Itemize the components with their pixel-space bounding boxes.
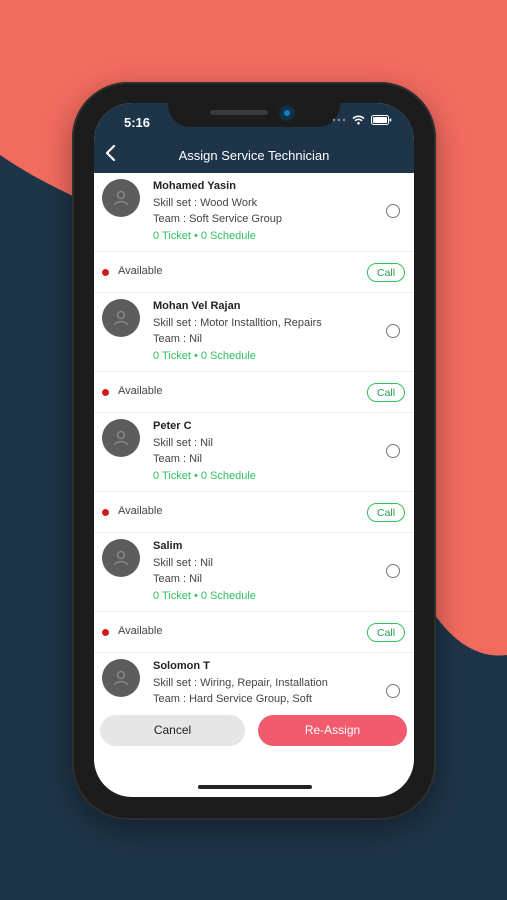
wifi-icon [352, 115, 365, 125]
user-icon [113, 310, 129, 326]
schedule-count: 0 Schedule [200, 470, 256, 482]
technician-card[interactable]: Mohan Vel Rajan Skill set : Motor Instal… [94, 293, 414, 413]
skill-set: Skill set : Nil [153, 437, 213, 449]
skill-set: Skill set : Wiring, Repair, Installation [153, 677, 328, 689]
ticket-schedule-counts: 0 Ticket • 0 Schedule [153, 230, 256, 242]
status-icons [332, 115, 392, 125]
technician-name: Solomon T [153, 660, 210, 672]
dots-icon [332, 118, 346, 122]
call-button[interactable]: Call [367, 623, 405, 642]
ticket-count: 0 Ticket [153, 350, 191, 362]
select-radio[interactable] [386, 564, 400, 578]
ticket-schedule-counts: 0 Ticket • 0 Schedule [153, 590, 256, 602]
technician-card[interactable]: Solomon T Skill set : Wiring, Repair, In… [94, 653, 414, 713]
technician-card[interactable]: Salim Skill set : Nil Team : Nil 0 Ticke… [94, 533, 414, 653]
cancel-button[interactable]: Cancel [100, 715, 245, 746]
page-title: Assign Service Technician [178, 148, 330, 163]
front-camera [280, 106, 294, 120]
home-indicator[interactable] [198, 785, 312, 789]
status-dot-icon [102, 269, 109, 276]
schedule-count: 0 Schedule [200, 230, 256, 242]
team: Team : Nil [153, 573, 202, 585]
availability-status: Available [118, 505, 163, 517]
user-icon [113, 670, 129, 686]
technician-name: Salim [153, 540, 183, 552]
select-radio[interactable] [386, 204, 400, 218]
schedule-count: 0 Schedule [200, 590, 256, 602]
avatar [102, 299, 140, 337]
technician-card[interactable]: Peter C Skill set : Nil Team : Nil 0 Tic… [94, 413, 414, 533]
schedule-count: 0 Schedule [200, 350, 256, 362]
ticket-count: 0 Ticket [153, 230, 191, 242]
ticket-count: 0 Ticket [153, 590, 191, 602]
availability-status: Available [118, 265, 163, 277]
ticket-count: 0 Ticket [153, 470, 191, 482]
ticket-schedule-counts: 0 Ticket • 0 Schedule [153, 470, 256, 482]
call-button[interactable]: Call [367, 263, 405, 282]
avatar [102, 659, 140, 697]
team: Team : Soft Service Group [153, 213, 282, 225]
status-dot-icon [102, 509, 109, 516]
technician-card[interactable]: Mohamed Yasin Skill set : Wood Work Team… [94, 173, 414, 293]
team: Team : Nil [153, 333, 202, 345]
availability-status: Available [118, 385, 163, 397]
avatar [102, 419, 140, 457]
divider [94, 251, 414, 252]
technician-name: Peter C [153, 420, 192, 432]
avatar [102, 539, 140, 577]
status-dot-icon [102, 629, 109, 636]
select-radio[interactable] [386, 444, 400, 458]
ticket-schedule-counts: 0 Ticket • 0 Schedule [153, 350, 256, 362]
skill-set: Skill set : Nil [153, 557, 213, 569]
call-button[interactable]: Call [367, 503, 405, 522]
speaker-grille [210, 110, 268, 115]
status-time: 5:16 [124, 115, 151, 130]
call-button[interactable]: Call [367, 383, 405, 402]
reassign-button[interactable]: Re-Assign [258, 715, 407, 746]
technician-list[interactable]: Mohamed Yasin Skill set : Wood Work Team… [94, 173, 414, 713]
app-header: 5:16 Assign Service Technician [94, 103, 414, 173]
team: Team : Hard Service Group, Soft [153, 693, 312, 705]
status-dot-icon [102, 389, 109, 396]
user-icon [113, 550, 129, 566]
skill-set: Skill set : Wood Work [153, 197, 258, 209]
phone-notch [168, 103, 340, 127]
divider [94, 371, 414, 372]
user-icon [113, 190, 129, 206]
battery-icon [371, 115, 392, 125]
avatar [102, 179, 140, 217]
technician-name: Mohamed Yasin [153, 180, 236, 192]
technician-name: Mohan Vel Rajan [153, 300, 241, 312]
phone-screen: 5:16 Assign Service Technician Mohamed Y… [94, 103, 414, 797]
availability-status: Available [118, 625, 163, 637]
skill-set: Skill set : Motor Installtion, Repairs [153, 317, 322, 329]
user-icon [113, 430, 129, 446]
select-radio[interactable] [386, 324, 400, 338]
select-radio[interactable] [386, 684, 400, 698]
divider [94, 611, 414, 612]
divider [94, 491, 414, 492]
team: Team : Nil [153, 453, 202, 465]
